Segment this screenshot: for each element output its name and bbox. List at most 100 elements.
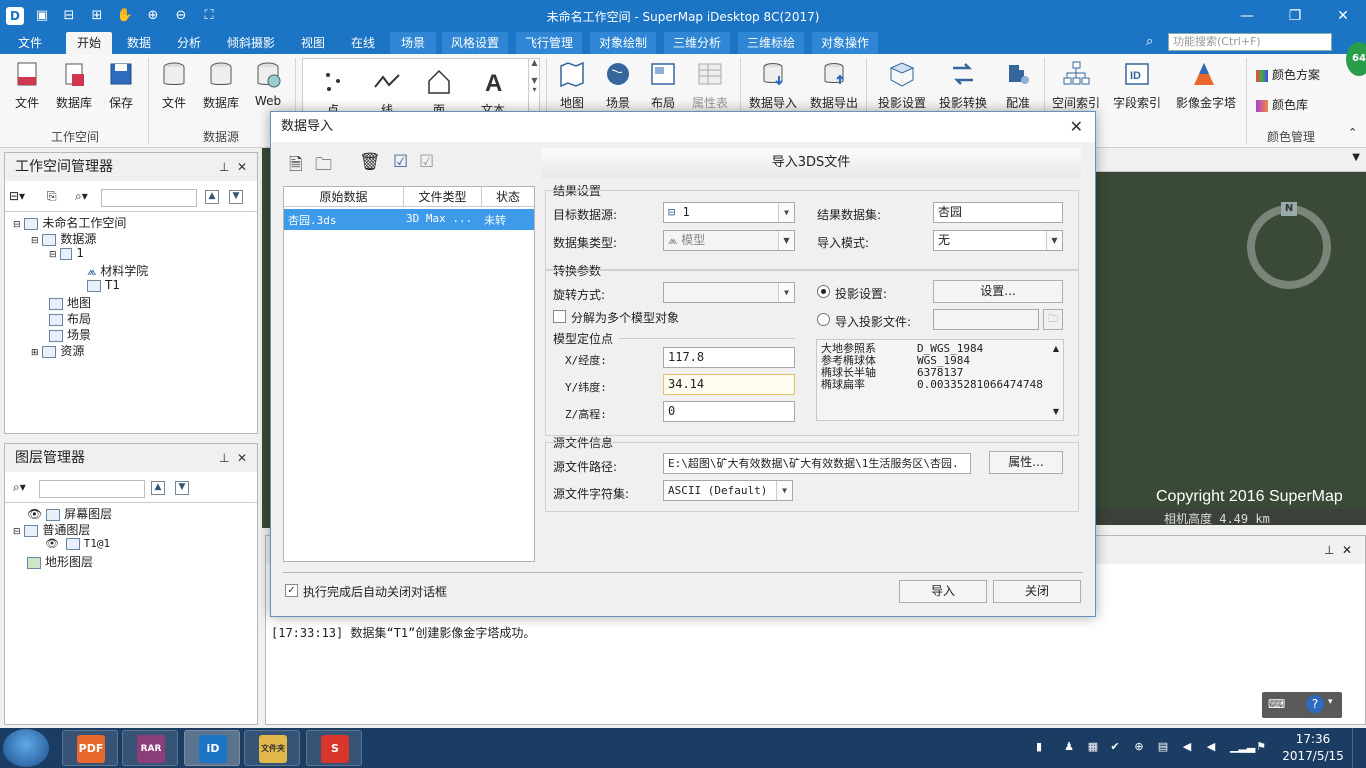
add-folder-icon[interactable]: 🗀▾ bbox=[315, 152, 337, 201]
projection-settings-radio[interactable] bbox=[817, 285, 830, 298]
source-path-input[interactable]: E:\超图\矿大有效数据\矿大有效数据\1生活服务区\杏园. bbox=[663, 453, 971, 474]
find-icon[interactable]: ⌕▾ bbox=[13, 480, 26, 495]
x-longitude-input[interactable]: 117.8 bbox=[663, 347, 795, 368]
spatial-index-button[interactable]: 空间索引 bbox=[1050, 60, 1102, 111]
tree-workspace-root[interactable]: ⊟ 未命名工作空间 bbox=[13, 214, 126, 231]
close-panel-icon[interactable]: ✕ bbox=[237, 160, 247, 174]
taskbar-app-explorer[interactable]: 文件夹 bbox=[244, 730, 300, 766]
help-icon[interactable]: ? bbox=[1306, 695, 1324, 713]
scene-view[interactable] bbox=[1096, 172, 1366, 525]
projection-settings-button[interactable]: 投影设置 bbox=[876, 60, 928, 111]
workspace-filter-input[interactable] bbox=[101, 189, 197, 207]
draw-text-button[interactable]: A 文本 bbox=[469, 67, 517, 113]
datasource-database-button[interactable]: 数据库 bbox=[197, 60, 245, 111]
rotation-select[interactable]: ▼ bbox=[663, 282, 795, 303]
layer-down-icon[interactable]: ▼ bbox=[175, 481, 189, 495]
battery-icon[interactable]: ▮ bbox=[1032, 740, 1046, 754]
visible-eye-icon[interactable]: 👁 bbox=[27, 507, 42, 521]
tree-datasource-1[interactable]: ⊟ 1 bbox=[49, 246, 84, 260]
projection-file-input[interactable] bbox=[933, 309, 1039, 330]
floating-badge[interactable]: 64 bbox=[1346, 42, 1366, 76]
scroll-down-icon[interactable]: ▼ bbox=[1053, 407, 1059, 416]
layer-terrain[interactable]: 地形图层 bbox=[27, 553, 93, 570]
image-pyramid-button[interactable]: 影像金字塔 bbox=[1176, 60, 1236, 111]
workspace-file-button[interactable]: 文件 bbox=[3, 60, 51, 111]
tray-app-icon[interactable]: ✔ bbox=[1108, 740, 1122, 754]
color-scheme-button[interactable]: 颜色方案 bbox=[1256, 66, 1320, 83]
tab-online[interactable]: 在线 bbox=[342, 32, 384, 54]
auto-close-checkbox[interactable]: ✓ bbox=[285, 584, 298, 597]
save-button[interactable]: 保存 bbox=[97, 60, 145, 111]
layer-up-icon[interactable]: ▲ bbox=[151, 481, 165, 495]
tree-maps[interactable]: 地图 bbox=[49, 294, 91, 311]
tab-flight[interactable]: 飞行管理 bbox=[516, 32, 582, 54]
show-desktop-button[interactable] bbox=[1352, 728, 1366, 768]
open-map-button[interactable]: 地图 bbox=[548, 60, 596, 111]
draw-point-button[interactable]: 点 bbox=[309, 67, 357, 113]
table-row[interactable]: 杏园.3ds 3D Max ... 未转 bbox=[284, 209, 534, 230]
flag-icon[interactable]: ⚑ bbox=[1254, 740, 1268, 754]
tab-draw-object[interactable]: 对象绘制 bbox=[590, 32, 656, 54]
draw-polygon-button[interactable]: 面 bbox=[415, 67, 463, 113]
compass-north-icon[interactable]: N bbox=[1281, 202, 1297, 216]
data-import-button[interactable]: 数据导入 bbox=[747, 60, 799, 111]
taskbar-app-idesktop[interactable]: iD bbox=[184, 730, 240, 766]
compass-ring[interactable] bbox=[1247, 205, 1331, 289]
close-button[interactable]: 关闭 bbox=[993, 580, 1081, 603]
maximize-button[interactable]: ❐ bbox=[1280, 5, 1310, 27]
split-model-checkbox[interactable] bbox=[553, 310, 566, 323]
start-button[interactable] bbox=[3, 729, 49, 767]
pin-icon[interactable]: ⊥ bbox=[1324, 543, 1334, 557]
register-button[interactable]: 配准 bbox=[994, 60, 1042, 111]
color-library-button[interactable]: 颜色库 bbox=[1256, 96, 1308, 113]
z-elevation-input[interactable]: 0 bbox=[663, 401, 795, 422]
layer-normal[interactable]: ⊟ 普通图层 bbox=[13, 521, 90, 538]
tab-view[interactable]: 视图 bbox=[292, 32, 334, 54]
delete-icon[interactable]: 🗑 bbox=[359, 152, 381, 174]
tab-oblique[interactable]: 倾斜摄影 bbox=[220, 32, 282, 54]
projection-convert-button[interactable]: 投影转换 bbox=[937, 60, 989, 111]
layer-screen[interactable]: 👁 屏幕图层 bbox=[27, 505, 112, 522]
gallery-scroll[interactable]: ▲ ▼ ▾ bbox=[528, 58, 540, 114]
open-scene-button[interactable]: 场景 bbox=[594, 60, 642, 111]
tree-dataset-image[interactable]: T1 bbox=[87, 278, 120, 292]
dataset-type-select[interactable]: ⩕ 模型 ▼ bbox=[663, 230, 795, 251]
workspace-menu-icon[interactable]: ⊟▾ bbox=[9, 189, 25, 203]
tab-analysis[interactable]: 分析 bbox=[168, 32, 210, 54]
data-export-button[interactable]: 数据导出 bbox=[808, 60, 860, 111]
visible-eye-icon[interactable]: 👁 bbox=[45, 537, 59, 550]
close-window-button[interactable]: ✕ bbox=[1328, 5, 1358, 27]
ribbon-collapse-icon[interactable]: ⌃ bbox=[1348, 126, 1357, 139]
y-latitude-input[interactable]: 34.14 bbox=[663, 374, 795, 395]
col-header-source[interactable]: 原始数据 bbox=[284, 187, 404, 207]
import-projection-file-radio[interactable] bbox=[817, 313, 830, 326]
tab-dropdown-icon[interactable]: ▼ bbox=[1352, 152, 1360, 163]
add-file-icon[interactable]: 🗎 bbox=[289, 152, 311, 175]
volume-icon[interactable]: ◀ bbox=[1204, 740, 1218, 754]
import-button[interactable]: 导入 bbox=[899, 580, 987, 603]
taskbar-app-sketchup[interactable]: S bbox=[306, 730, 362, 766]
function-search-input[interactable]: 功能搜索(Ctrl+F) bbox=[1168, 33, 1332, 51]
pin-icon[interactable]: ⊥ bbox=[219, 160, 229, 174]
close-panel-icon[interactable]: ✕ bbox=[237, 451, 247, 465]
layer-t1[interactable]: 👁 T1@1 bbox=[45, 537, 110, 550]
projection-settings-button[interactable]: 设置... bbox=[933, 280, 1063, 303]
move-up-icon[interactable]: ▲ bbox=[205, 190, 219, 204]
datasource-file-button[interactable]: 文件 bbox=[150, 60, 198, 111]
tab-object-ops[interactable]: 对象操作 bbox=[812, 32, 878, 54]
col-header-status[interactable]: 状态 bbox=[482, 187, 534, 207]
find-icon[interactable]: ⌕▾ bbox=[75, 189, 88, 204]
taskbar-app-pdf[interactable]: PDF bbox=[62, 730, 118, 766]
properties-button[interactable]: 属性... bbox=[989, 451, 1063, 474]
import-mode-select[interactable]: 无 ▼ bbox=[933, 230, 1063, 251]
invert-select-icon[interactable]: ☑ bbox=[419, 152, 441, 174]
tree-dataset-model[interactable]: ⩕ 材料学院 bbox=[87, 262, 148, 279]
result-dataset-input[interactable]: 杏园 bbox=[933, 202, 1063, 223]
tree-scenes[interactable]: 场景 bbox=[49, 326, 91, 343]
tray-app-icon[interactable]: ♟ bbox=[1062, 740, 1076, 754]
datasource-web-button[interactable]: Web bbox=[244, 60, 292, 108]
scroll-up-icon[interactable]: ▲ bbox=[1053, 344, 1059, 353]
tab-file[interactable]: 文件 bbox=[8, 32, 52, 54]
tree-resources[interactable]: ⊞ 资源 bbox=[31, 342, 84, 359]
tree-layouts[interactable]: 布局 bbox=[49, 310, 91, 327]
